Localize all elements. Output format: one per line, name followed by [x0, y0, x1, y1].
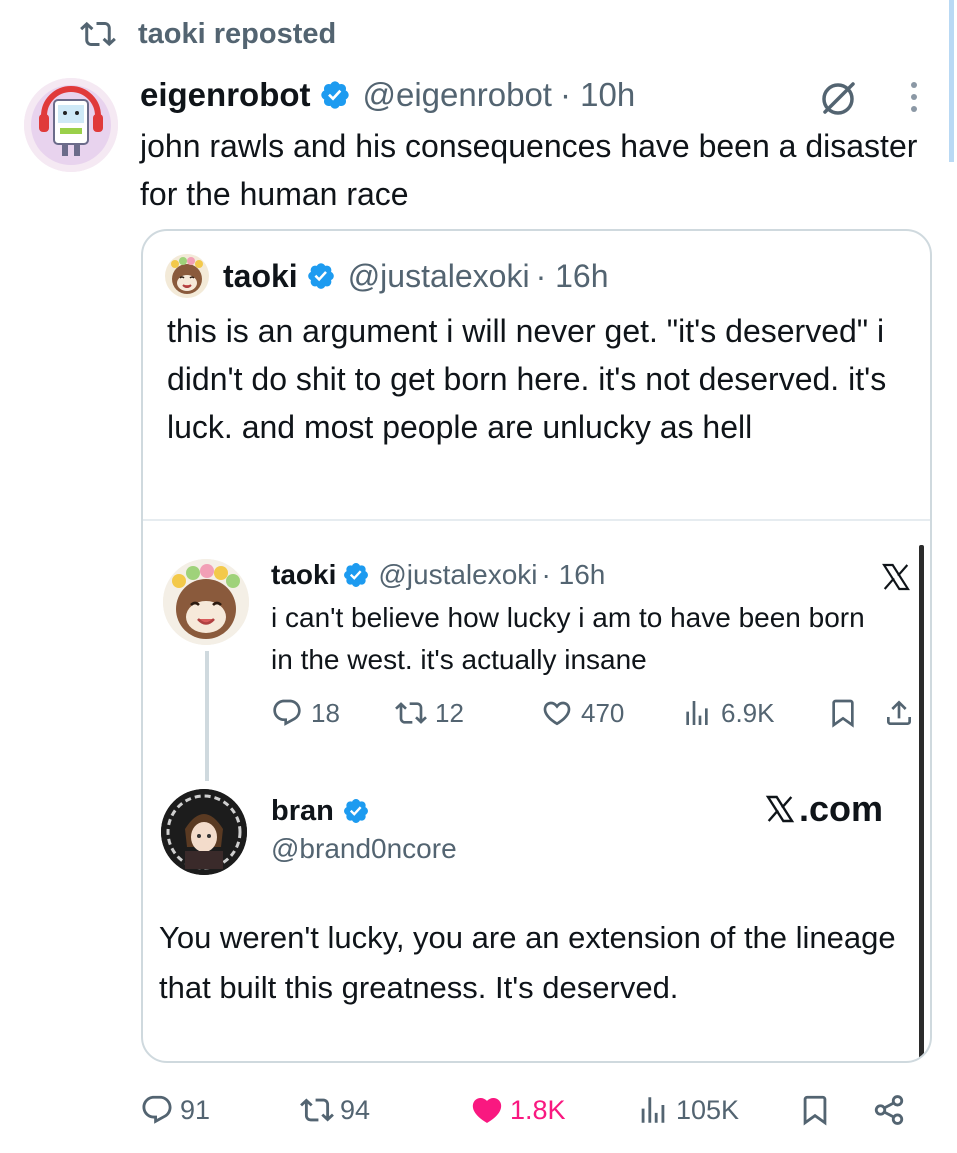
retweet-icon	[80, 21, 116, 47]
quote-avatar-image	[165, 254, 209, 298]
views-button[interactable]: 105K	[636, 1088, 739, 1132]
like-icon	[472, 1097, 502, 1123]
repost-context[interactable]: taoki reposted	[80, 14, 336, 54]
quote-author-handle: @justalexoki	[347, 257, 530, 294]
reply-icon	[142, 1095, 172, 1124]
bookmark-button[interactable]	[798, 1088, 832, 1132]
embed-repost: 12	[395, 693, 464, 733]
repost-label: taoki reposted	[138, 17, 337, 50]
like-icon	[543, 701, 571, 726]
like-button[interactable]: 1.8K	[470, 1088, 566, 1132]
verified-badge-icon	[320, 81, 349, 109]
embed-second-author: bran	[271, 794, 334, 827]
embedded-screenshot[interactable]: taoki @justalexoki · 16h i can't believe…	[143, 519, 930, 1061]
embed-reply-count: 18	[311, 697, 340, 728]
quote-text: this is an argument i will never get. "i…	[167, 313, 887, 445]
post-text: john rawls and his consequences have bee…	[140, 128, 918, 212]
bookmark-icon	[803, 1095, 827, 1126]
post-time[interactable]: · 10h	[560, 76, 635, 114]
share-icon	[887, 700, 911, 725]
embed-share	[883, 693, 915, 733]
reply-button[interactable]: 91	[140, 1088, 210, 1132]
embed-avatar-taoki	[163, 559, 249, 645]
embed-views-count: 6.9K	[721, 697, 775, 728]
quote-time: · 16h	[535, 257, 609, 294]
embed-avatar-bran	[161, 789, 247, 875]
scroll-indicator[interactable]	[949, 0, 954, 162]
x-com-watermark: .com	[763, 787, 883, 831]
embed-repost-count: 12	[435, 697, 464, 728]
repost-count: 94	[340, 1094, 371, 1125]
embed-first-time: · 16h	[541, 559, 606, 590]
embed-like: 470	[541, 693, 624, 733]
author-name[interactable]: eigenrobot	[140, 76, 311, 114]
reply-icon	[273, 699, 301, 726]
embed-reply: 18	[271, 693, 340, 733]
views-icon	[641, 1097, 665, 1123]
embed-second-text: You weren't lucky, you are an extension …	[159, 920, 896, 1005]
embed-first-author: taoki	[271, 559, 337, 590]
quoted-post-card[interactable]: taoki @justalexoki · 16h this is an argu…	[141, 229, 932, 1063]
more-icon[interactable]	[906, 80, 922, 114]
x-logo-icon	[765, 795, 795, 823]
post-header: eigenrobot @eigenrobot · 10h	[140, 72, 635, 118]
quote-header: taoki @justalexoki · 16h	[165, 253, 609, 299]
views-icon	[686, 701, 708, 725]
views-count: 105K	[676, 1094, 740, 1125]
retweet-icon	[300, 1098, 334, 1122]
quote-author-name[interactable]: taoki	[223, 258, 298, 295]
embed-avatar-image	[163, 559, 249, 645]
x-logo-icon	[882, 563, 910, 591]
embed-like-count: 470	[581, 697, 625, 728]
verified-badge-icon	[344, 563, 369, 587]
quote-avatar[interactable]	[165, 254, 209, 298]
verified-badge-icon	[307, 263, 334, 289]
author-handle[interactable]: @eigenrobot	[363, 76, 552, 114]
embed-scrollbar	[919, 545, 924, 1061]
verified-badge-icon	[343, 799, 368, 823]
embed-first-handle: @justalexoki	[378, 559, 538, 590]
x-com-label: .com	[799, 788, 884, 829]
bookmark-icon	[832, 699, 854, 728]
reply-count: 91	[180, 1094, 211, 1125]
embed-bookmark	[827, 693, 859, 733]
retweet-icon	[395, 702, 427, 724]
avatar-image	[24, 78, 118, 172]
share-icon	[874, 1095, 904, 1125]
thread-line	[205, 651, 209, 781]
post-actions: 91 94 1.8K 105K	[140, 1088, 940, 1132]
embed-first-actions: 18 12 470 6.9K	[271, 693, 911, 733]
embed-second-header: bran	[271, 791, 370, 831]
embed-views: 6.9K	[681, 693, 775, 733]
embed-first-header: taoki @justalexoki · 16h	[271, 555, 605, 595]
embed-avatar-image	[161, 789, 247, 875]
like-count: 1.8K	[510, 1094, 566, 1125]
repost-button[interactable]: 94	[300, 1088, 370, 1132]
share-button[interactable]	[872, 1088, 906, 1132]
embed-second-handle: @brand0ncore	[271, 833, 457, 864]
grok-icon[interactable]	[817, 76, 859, 118]
avatar[interactable]	[24, 78, 118, 172]
embed-first-text: i can't believe how lucky i am to have b…	[271, 602, 865, 675]
